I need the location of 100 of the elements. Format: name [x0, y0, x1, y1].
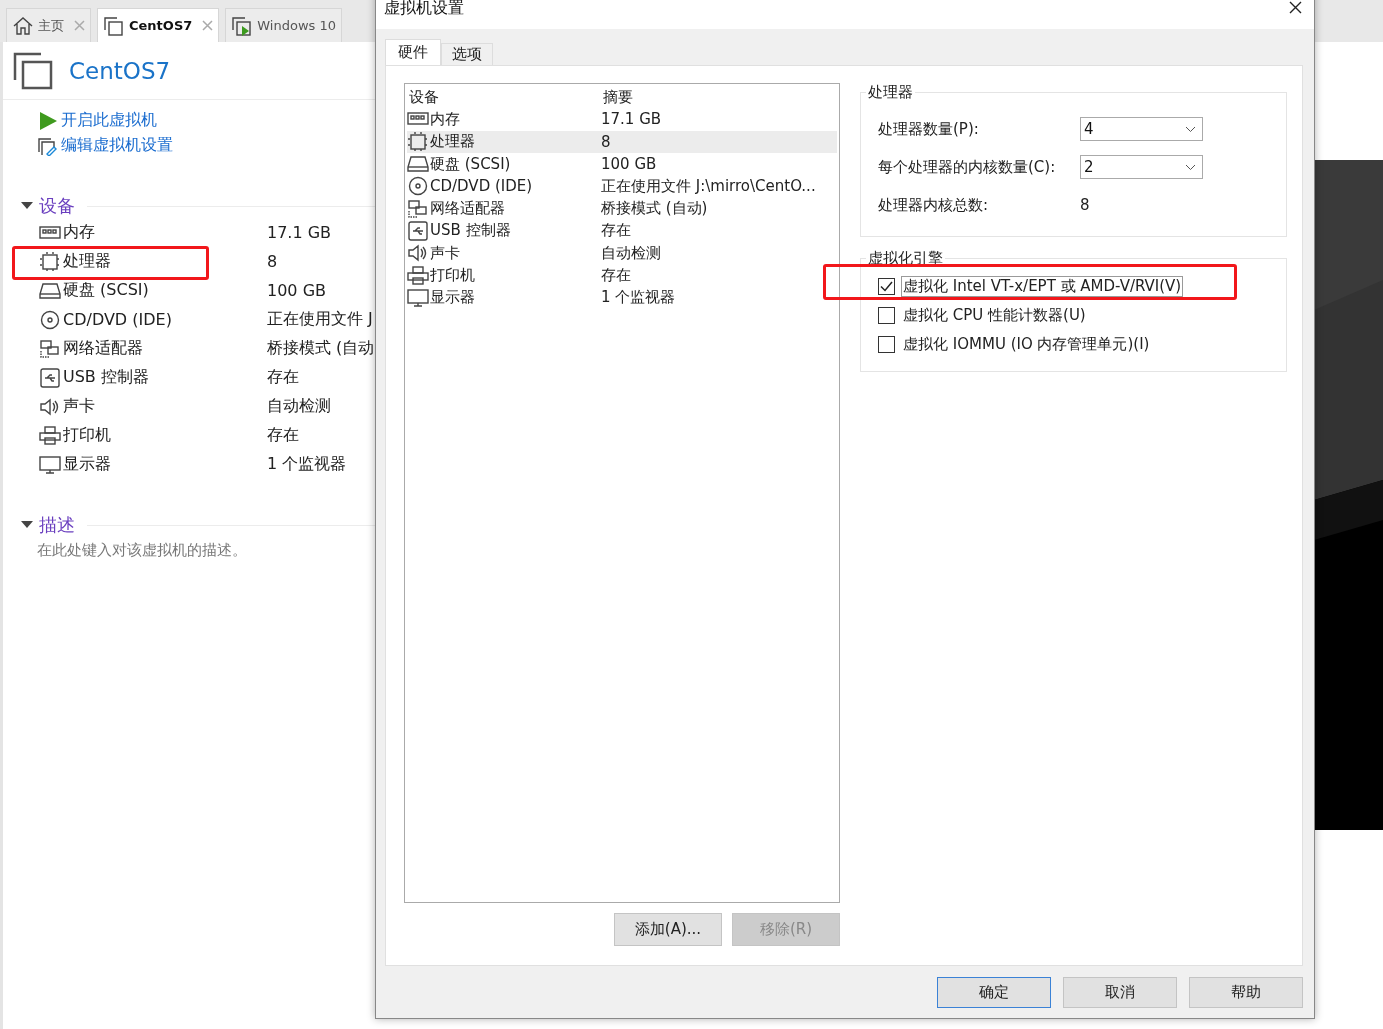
dialog-tab[interactable]: 硬件: [385, 39, 441, 65]
collapse-arrow-icon[interactable]: [21, 202, 33, 210]
device-row[interactable]: 内存 17.1 GB: [407, 108, 837, 131]
home-icon: [12, 15, 34, 36]
vm-icon: [103, 15, 125, 36]
section-title: 设备: [39, 194, 75, 218]
device-row[interactable]: 显示器 1 个监视器: [407, 286, 837, 309]
hard-drive-icon: [407, 154, 429, 175]
field-value: 8: [1080, 196, 1091, 214]
dialog-tab[interactable]: 选项: [441, 43, 493, 65]
dialog-button[interactable]: 确定: [937, 977, 1051, 1008]
vm-icon: [13, 51, 53, 90]
device-summary: 存在: [267, 425, 300, 446]
device-name[interactable]: 打印机: [39, 425, 267, 446]
checkbox[interactable]: [878, 336, 895, 353]
dialog-button[interactable]: 取消: [1063, 977, 1177, 1008]
device-row[interactable]: 打印机 存在: [407, 264, 837, 287]
collapse-arrow-icon[interactable]: [21, 521, 33, 529]
chip-icon: [39, 251, 61, 272]
checkbox-label[interactable]: 虚拟化 Intel VT-x/EPT 或 AMD-V/RVI(V): [901, 276, 1184, 297]
list-button[interactable]: 添加(A)...: [614, 913, 722, 946]
device-row[interactable]: CD/DVD (IDE) 正在使用文件 J:\mirro\CentO...: [407, 175, 837, 198]
device-summary: 17.1 GB: [601, 110, 663, 129]
device-name: USB 控制器: [430, 221, 511, 241]
device-name: 显示器: [430, 288, 475, 308]
device-name[interactable]: USB 控制器: [39, 367, 267, 388]
device-summary: 存在: [601, 221, 632, 241]
hard-drive-icon: [39, 280, 61, 301]
dialog-title: 虚拟机设置: [384, 0, 464, 19]
description-placeholder[interactable]: 在此处键入对该虚拟机的描述。: [3, 541, 375, 560]
device-summary: 自动检测: [601, 243, 662, 263]
chip-icon: [407, 131, 429, 152]
usb-icon: [39, 367, 61, 388]
network-icon: [407, 198, 429, 219]
device-summary: 100 GB: [601, 155, 658, 174]
device-name[interactable]: 网络适配器: [39, 338, 267, 359]
device-summary: 8: [601, 132, 612, 151]
device-row[interactable]: 硬盘 (SCSI) 100 GB: [407, 152, 837, 176]
close-icon: [1289, 1, 1302, 14]
device-name: 声卡: [430, 243, 460, 263]
column-header[interactable]: 摘要: [601, 87, 837, 107]
vm-title: CentOS7: [69, 57, 171, 84]
monitor-icon: [407, 287, 429, 308]
dropdown-field[interactable]: 2: [1080, 155, 1203, 179]
device-name[interactable]: 处理器: [39, 251, 267, 272]
checkbox[interactable]: [878, 307, 895, 324]
device-name: 处理器: [430, 132, 475, 152]
device-name: 打印机: [430, 266, 475, 285]
usb-icon: [407, 220, 429, 241]
dialog-button[interactable]: 帮助: [1189, 977, 1303, 1008]
device-row[interactable]: USB 控制器 存在: [407, 219, 837, 243]
dropdown-field[interactable]: 4: [1080, 117, 1203, 141]
monitor-icon: [39, 454, 61, 475]
device-summary: 正在使用文件 J: [267, 309, 374, 330]
device-summary: 存在: [267, 367, 300, 388]
chevron-down-icon: [1185, 125, 1196, 133]
device-name[interactable]: 显示器: [39, 454, 267, 475]
device-summary: 正在使用文件 J:\mirro\CentO...: [601, 176, 817, 196]
action-link[interactable]: 编辑虚拟机设置: [37, 135, 375, 156]
edit-settings-icon: [37, 135, 59, 156]
speaker-icon: [39, 396, 61, 417]
printer-icon: [407, 265, 429, 286]
device-name[interactable]: CD/DVD (IDE): [39, 309, 267, 330]
device-summary: 自动检测: [267, 396, 332, 417]
column-header[interactable]: 设备: [407, 87, 601, 107]
device-row[interactable]: 声卡 自动检测: [407, 242, 837, 265]
device-row[interactable]: 网络适配器 桥接模式 (自动): [407, 197, 837, 220]
checkbox-label[interactable]: 虚拟化 IOMMU (IO 内存管理单元)(I): [901, 334, 1152, 355]
device-name: 硬盘 (SCSI): [430, 154, 511, 174]
device-summary: 1 个监视器: [601, 288, 677, 308]
device-summary: 桥接模式 (自动): [601, 199, 709, 219]
device-summary: 存在: [601, 266, 632, 285]
device-summary: 8: [267, 252, 279, 271]
device-summary: 桥接模式 (自动: [267, 338, 375, 359]
device-name[interactable]: 内存: [39, 222, 267, 243]
printer-icon: [39, 425, 61, 446]
device-name: 内存: [430, 109, 460, 129]
network-icon: [39, 338, 61, 359]
device-summary: 17.1 GB: [267, 223, 333, 242]
speaker-icon: [407, 243, 429, 264]
field-label: 每个处理器的内核数量(C):: [878, 157, 1057, 177]
device-summary: 100 GB: [267, 281, 327, 300]
play-icon: [37, 110, 59, 131]
group-title: 处理器: [867, 83, 914, 102]
device-name: CD/DVD (IDE): [430, 177, 533, 196]
app-tab[interactable]: 主页: [6, 8, 91, 42]
field-label: 处理器内核总数:: [878, 195, 990, 215]
device-name[interactable]: 硬盘 (SCSI): [39, 280, 267, 301]
disc-icon: [407, 176, 429, 197]
disc-icon: [39, 309, 61, 330]
checkbox-label[interactable]: 虚拟化 CPU 性能计数器(U): [901, 305, 1088, 326]
app-tab[interactable]: CentOS7: [97, 8, 220, 42]
app-tab[interactable]: Windows 10: [225, 8, 342, 42]
vm-running-icon: [231, 15, 254, 36]
section-title: 描述: [39, 513, 75, 537]
action-link[interactable]: 开启此虚拟机: [37, 110, 375, 131]
device-row[interactable]: 处理器 8: [407, 130, 837, 153]
device-name[interactable]: 声卡: [39, 396, 267, 417]
checkbox[interactable]: [878, 278, 895, 295]
chevron-down-icon: [1185, 163, 1196, 171]
